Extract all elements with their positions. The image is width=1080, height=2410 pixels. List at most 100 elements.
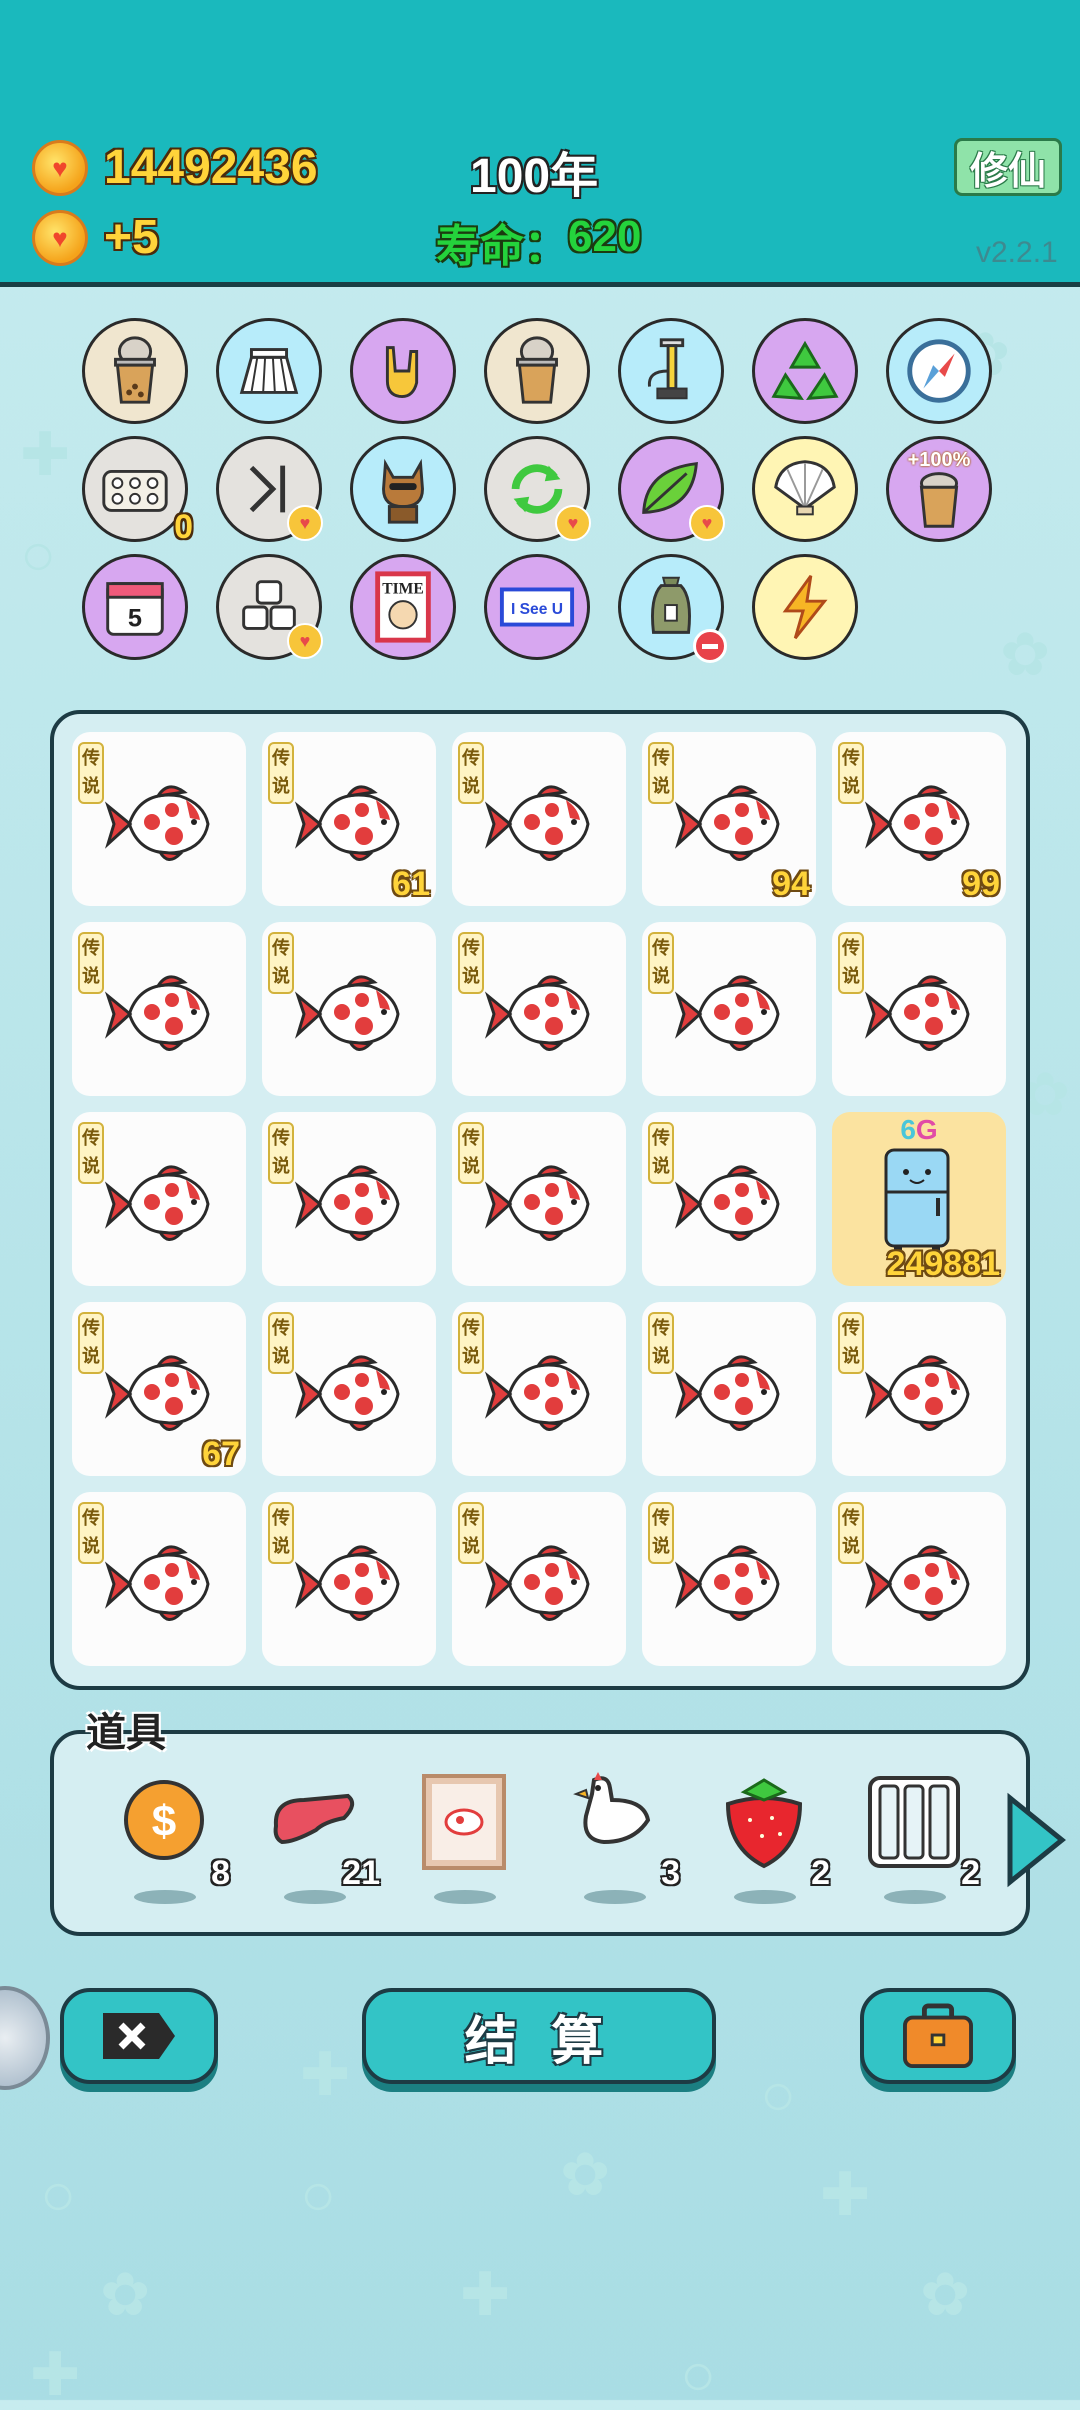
bubble-tea-icon (114, 336, 156, 404)
board-tile[interactable]: 传说 (262, 1112, 436, 1286)
skill-shell[interactable] (752, 436, 858, 542)
board-tile[interactable]: 传说 61 (262, 732, 436, 906)
koi-fish-icon (484, 1545, 590, 1621)
legendary-tag: 传说 (268, 932, 294, 994)
koi-fish-icon (104, 1355, 210, 1431)
skill-sugar-cubes[interactable]: ♥ (216, 554, 323, 660)
board-tile[interactable]: 传说 (262, 1302, 436, 1476)
item-shadow (584, 1890, 646, 1904)
board-tile[interactable]: 传说 (72, 922, 246, 1096)
legendary-tag: 传说 (838, 1502, 864, 1564)
backpack-button[interactable] (860, 1988, 1016, 2084)
board-tile-fridge[interactable]: 6G 249881 (832, 1112, 1006, 1286)
koi-fish-icon (674, 1545, 780, 1621)
legendary-tag: 传说 (78, 932, 104, 994)
item-count: 3 (661, 1854, 680, 1892)
board-tile[interactable]: 传说 (262, 922, 436, 1096)
fridge-icon (884, 1148, 950, 1252)
skill-egg-tray[interactable]: 0 (82, 436, 193, 546)
board-tile[interactable]: 传说 (832, 922, 1006, 1096)
tile-count: 67 (202, 1435, 240, 1473)
skill-bubble-tea[interactable] (82, 318, 188, 424)
tile-count: 61 (392, 865, 430, 903)
item-strawberry[interactable]: 2 (704, 1770, 830, 1904)
item-cage[interactable]: 2 (854, 1770, 980, 1904)
skill-pleated-skirt[interactable] (216, 318, 322, 424)
board-tile[interactable]: 传说 (72, 1492, 246, 1666)
settle-button[interactable]: 结 算 (362, 1988, 716, 2084)
legendary-tag: 传说 (268, 1502, 294, 1564)
board-tile[interactable]: 传说 (642, 1302, 816, 1476)
legendary-tag: 传说 (268, 1312, 294, 1374)
koi-fish-icon (294, 1165, 400, 1241)
item-count: 2 (811, 1854, 830, 1892)
board-tile[interactable]: 传说 (832, 1302, 1006, 1476)
strawberry-icon (725, 1778, 803, 1869)
board-tile[interactable]: 传说 (642, 1492, 816, 1666)
skill-refresh[interactable]: ♥ (484, 436, 591, 542)
skill-trash-bag[interactable] (618, 554, 727, 663)
skill-recycle[interactable] (752, 318, 858, 424)
legendary-tag: 传说 (838, 932, 864, 994)
board-tile[interactable]: 传说 (452, 1112, 626, 1286)
skill-rock-hand[interactable] (350, 318, 456, 424)
koi-fish-icon (864, 1545, 970, 1621)
white-bird-icon (573, 1772, 651, 1845)
skill-bubble-tea-bonus[interactable]: +100% (886, 436, 992, 542)
next-page-arrow-icon[interactable] (1000, 1790, 1070, 1890)
legendary-tag: 传说 (648, 742, 674, 804)
board-tile[interactable]: 传说 67 (72, 1302, 246, 1476)
skill-air-pump[interactable] (618, 318, 724, 424)
skill-lightning[interactable] (752, 554, 858, 660)
briefcase-icon (903, 2003, 973, 2069)
legendary-tag: 传说 (648, 1312, 674, 1374)
item-fish-frame[interactable] (404, 1770, 524, 1904)
time-label: TIME (382, 580, 424, 597)
egg-tray-icon (102, 469, 168, 512)
legendary-tag: 传说 (458, 1312, 484, 1374)
heart-badge-icon: ♥ (555, 505, 591, 541)
skill-skip[interactable]: ♥ (216, 436, 323, 542)
board-tile[interactable]: 传说 (452, 732, 626, 906)
items-title: 道具 (86, 1711, 166, 1755)
skill-shiba-dog[interactable] (350, 436, 456, 542)
board-tile[interactable]: 传说 (262, 1492, 436, 1666)
board-tile[interactable]: 传说 (832, 1492, 1006, 1666)
item-white-bird[interactable]: 3 (554, 1770, 680, 1904)
exit-button[interactable] (60, 1988, 218, 2084)
heart-badge-icon: ♥ (287, 623, 323, 659)
skill-calendar[interactable]: 5 (82, 554, 188, 660)
board-tile[interactable]: 传说 99 (832, 732, 1006, 906)
avatar[interactable] (0, 1986, 50, 2090)
board-tile[interactable]: 传说 (452, 922, 626, 1096)
skill-time-magazine[interactable]: TIME (350, 554, 456, 660)
board-tile[interactable]: 传说 94 (642, 732, 816, 906)
life-label: 寿命： (436, 222, 568, 271)
board-tile[interactable]: 传说 (72, 732, 246, 906)
board-tile[interactable]: 传说 (72, 1112, 246, 1286)
skill-i-see-u[interactable]: I See U (484, 554, 590, 660)
version-label: v2.2.1 (976, 236, 1058, 269)
bubble-tea-icon (516, 336, 558, 404)
item-dollar-coin[interactable]: $ 8 (104, 1770, 230, 1904)
koi-fish-icon (104, 785, 210, 861)
cultivate-button[interactable]: 修仙 (954, 138, 1062, 196)
koi-fish-icon (294, 1545, 400, 1621)
legendary-tag: 传说 (78, 1502, 104, 1564)
skill-bubble-tea-2[interactable] (484, 318, 590, 424)
board-tile[interactable]: 传说 (642, 922, 816, 1096)
skill-leaf[interactable]: ♥ (618, 436, 725, 542)
legendary-tag: 传说 (458, 932, 484, 994)
skill-compass[interactable] (886, 318, 992, 424)
legendary-tag: 传说 (78, 1122, 104, 1184)
skill-count: 0 (174, 508, 193, 546)
legendary-tag: 传说 (648, 1502, 674, 1564)
fish-frame-icon (422, 1774, 506, 1870)
koi-fish-icon (294, 785, 400, 861)
board-tile[interactable]: 传说 (452, 1302, 626, 1476)
legendary-tag: 传说 (838, 742, 864, 804)
board-tile[interactable]: 传说 (452, 1492, 626, 1666)
board-tile[interactable]: 传说 (642, 1112, 816, 1286)
item-liver[interactable]: 21 (254, 1770, 380, 1904)
koi-fish-icon (294, 1355, 400, 1431)
